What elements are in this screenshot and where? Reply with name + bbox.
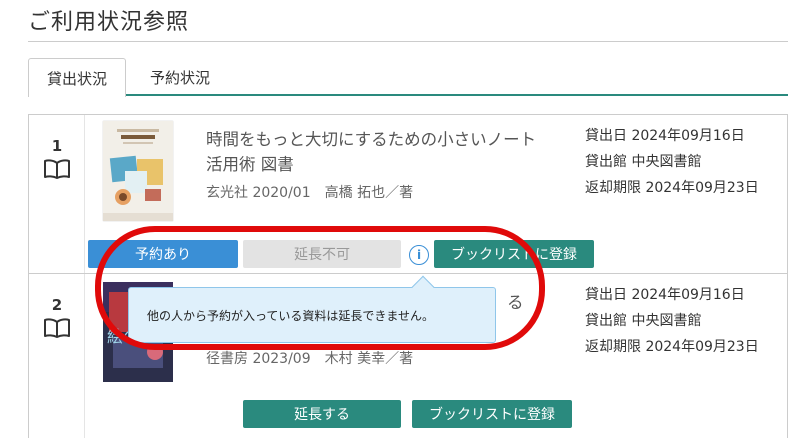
author: 木村 美幸／著	[324, 351, 414, 367]
publisher-date: 径書房 2023/09	[206, 351, 311, 367]
loan-library: 貸出館 中央図書館	[585, 313, 702, 329]
row-number: 2	[51, 296, 63, 314]
tab-bar: 貸出状況 予約状況	[28, 58, 788, 97]
tab-loan-status[interactable]: 貸出状況	[28, 58, 126, 97]
add-to-booklist-button[interactable]: ブックリストに登録	[434, 240, 594, 268]
open-book-icon	[44, 318, 70, 338]
due-date: 返却期限 2024年09月23日	[585, 339, 759, 355]
due-date: 返却期限 2024年09月23日	[585, 180, 759, 196]
loan-info: 貸出日 2024年09月16日 貸出館 中央図書館 返却期限 2024年09月2…	[585, 123, 759, 201]
book-meta: 径書房 2023/09 木村 美幸／著	[206, 348, 427, 368]
loan-info: 貸出日 2024年09月16日 貸出館 中央図書館 返却期限 2024年09月2…	[585, 282, 759, 360]
title-divider	[28, 41, 788, 42]
row-number-cell: 1	[29, 115, 85, 273]
row-number-cell: 2	[29, 274, 85, 438]
page-title: ご利用状況参照	[28, 10, 190, 35]
tooltip-message: 他の人から予約が入っている資料は延長できません。	[147, 308, 435, 323]
extend-disabled-button: 延長不可	[243, 240, 401, 268]
book-meta: 玄光社 2020/01 高橋 拓也／著	[206, 182, 427, 202]
tooltip-popup: 他の人から予約が入っている資料は延長できません。	[128, 275, 496, 343]
loan-item: 1 時間をもっと大切にするための小さいノート活用術 図書 玄光社 2020/01…	[29, 115, 787, 274]
extend-button[interactable]: 延長する	[243, 400, 401, 428]
row-number: 1	[51, 137, 63, 155]
publisher-date: 玄光社 2020/01	[206, 185, 311, 201]
loan-date: 貸出日 2024年09月16日	[585, 128, 745, 144]
author: 高橋 拓也／著	[324, 185, 414, 201]
reserved-status-badge: 予約あり	[88, 240, 238, 268]
loan-list: 1 時間をもっと大切にするための小さいノート活用術 図書 玄光社 2020/01…	[28, 114, 788, 438]
loan-library: 貸出館 中央図書館	[585, 154, 702, 170]
loan-date: 貸出日 2024年09月16日	[585, 287, 745, 303]
cover-art	[103, 121, 173, 221]
tab-reservation-status[interactable]: 予約状況	[132, 58, 228, 96]
book-title-link[interactable]: 時間をもっと大切にするための小さいノート活用術 図書	[206, 127, 546, 177]
book-cover-image[interactable]	[103, 121, 173, 221]
open-book-icon	[44, 159, 70, 179]
add-to-booklist-button[interactable]: ブックリストに登録	[412, 400, 572, 428]
info-icon[interactable]: i	[409, 245, 429, 265]
